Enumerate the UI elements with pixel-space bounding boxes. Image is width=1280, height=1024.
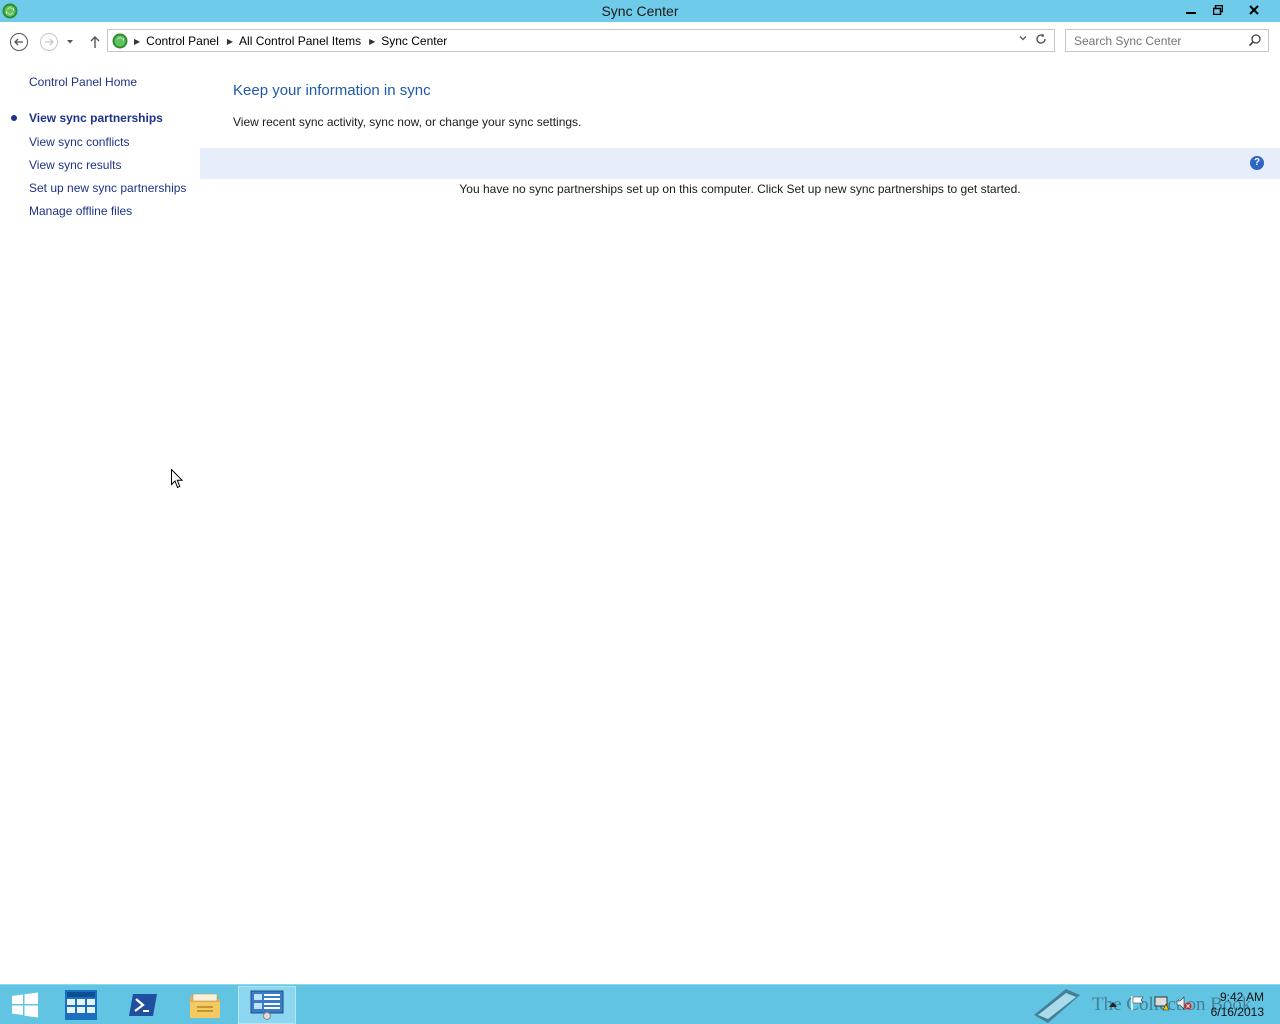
sync-center-icon [112,33,128,49]
window-title: Sync Center [601,3,679,19]
action-center-flag-icon[interactable] [1130,995,1146,1014]
breadcrumb-separator-icon[interactable]: ▶ [369,37,375,46]
breadcrumb-sync-center[interactable]: Sync Center [381,34,447,48]
breadcrumb-separator-icon[interactable]: ▶ [134,37,140,46]
powershell-taskbar-button[interactable] [114,986,172,1024]
clock[interactable]: 9:42 AM 6/16/2013 [1211,990,1264,1020]
windows-logo-icon [12,992,38,1018]
powershell-icon [129,994,157,1016]
restore-button[interactable] [1204,0,1231,20]
back-button[interactable] [8,31,30,53]
book-icon [1034,989,1080,1023]
minimize-icon [1185,12,1196,14]
control-panel-icon [250,990,284,1020]
left-pane: Control Panel Home View sync partnership… [0,60,200,984]
breadcrumb-control-panel[interactable]: Control Panel [146,34,219,48]
minimize-button[interactable] [1177,0,1204,20]
folder-icon [190,993,220,1018]
search-input[interactable] [1066,30,1246,51]
network-warning-icon[interactable] [1154,995,1170,1014]
up-arrow-icon [90,36,100,48]
start-button[interactable] [0,986,50,1024]
page-description: View recent sync activity, sync now, or … [233,115,582,129]
active-item-bullet [11,115,17,121]
sidebar-item-view-sync-partnerships[interactable]: View sync partnerships [29,111,163,125]
address-dropdown-icon[interactable] [1018,33,1028,46]
no-partnerships-message: You have no sync partnerships set up on … [459,182,1021,196]
help-icon[interactable]: ? [1250,156,1264,170]
sidebar-item-view-sync-conflicts[interactable]: View sync conflicts [29,135,129,149]
back-arrow-icon [10,33,28,51]
search-box[interactable] [1065,29,1269,52]
file-explorer-taskbar-button[interactable] [176,986,234,1024]
chevron-down-icon [67,40,73,44]
partnerships-header-bar: ? [200,148,1280,179]
clock-time: 9:42 AM [1219,990,1264,1004]
mouse-cursor-icon [171,468,184,492]
speaker-muted-icon[interactable] [1176,995,1192,1014]
close-button[interactable] [1231,0,1277,20]
up-button[interactable] [84,31,106,53]
address-bar[interactable]: ▶ Control Panel ▶ All Control Panel Item… [107,29,1055,52]
recent-locations-button[interactable] [62,31,78,53]
close-icon [1249,5,1259,15]
sidebar-item-manage-offline-files[interactable]: Manage offline files [29,204,132,218]
clock-date: 6/16/2013 [1210,1005,1264,1019]
breadcrumb-separator-icon[interactable]: ▶ [227,37,233,46]
show-hidden-icons-icon[interactable] [1108,997,1118,1011]
restore-icon [1212,5,1223,15]
control-panel-home-link[interactable]: Control Panel Home [29,75,137,89]
page-title: Keep your information in sync [233,82,431,99]
forward-arrow-icon [40,33,58,51]
control-panel-taskbar-button[interactable] [238,986,296,1024]
sidebar-item-view-sync-results[interactable]: View sync results [29,158,121,172]
server-manager-icon [65,990,97,1020]
sidebar-item-set-up-new-sync-partnerships[interactable]: Set up new sync partnerships [29,181,186,195]
refresh-icon[interactable] [1034,32,1048,49]
search-icon[interactable] [1248,33,1262,50]
system-tray: 9:42 AM 6/16/2013 [1100,985,1280,1024]
breadcrumb-all-control-panel-items[interactable]: All Control Panel Items [239,34,361,48]
taskbar: The Collection Book 9:42 AM 6/16/2013 [0,984,1280,1024]
title-bar: Sync Center [0,0,1280,22]
server-manager-taskbar-button[interactable] [52,986,110,1024]
forward-button[interactable] [38,31,60,53]
